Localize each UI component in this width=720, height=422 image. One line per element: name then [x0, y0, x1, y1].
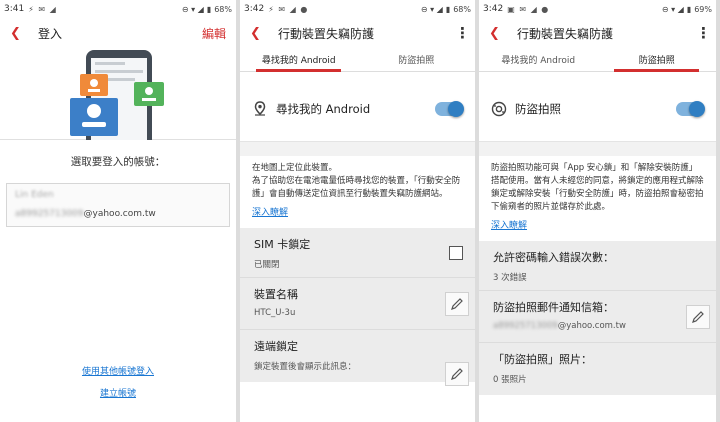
other-account-link[interactable]: 使用其他帳號登入 — [0, 364, 236, 377]
back-arrow-icon[interactable]: ❮ — [489, 26, 511, 41]
back-arrow-icon[interactable]: ❮ — [10, 26, 32, 41]
feature-description: 在地圖上定位此裝置。 為了協助您在電池電量低時尋找您的裝置，「行動安全防護」會自… — [252, 163, 461, 199]
settings-list: 允許密碼輸入錯誤次數： 3 次錯誤 防盜拍照郵件通知信箱： a899257130… — [479, 241, 716, 395]
tab-anti-theft-photo[interactable]: 防盜拍照 — [598, 48, 717, 72]
page-title: 行動裝置失竊防護 — [278, 26, 375, 41]
find-my-android-screen: 3:42 ⚡ ✉ ◢ ● ⊖ ▾ ◢ ▮ 68% ❮ 行動裝置失竊防護 ⋮ 尋找… — [240, 0, 475, 422]
setting-title: 防盜拍照郵件通知信箱： — [493, 301, 614, 314]
email-hidden: a89925713009 — [493, 321, 558, 331]
status-time: 3:42 — [244, 4, 265, 14]
app-bar: ❮ 行動裝置失竊防護 ⋮ — [240, 18, 475, 48]
settings-list: SIM 卡鎖定 已關閉 裝置名稱 HTC_U-3u 遠端鎖定 鎖定裝置後會顯示此… — [240, 228, 475, 386]
setting-title: 「防盜拍照」照片： — [493, 353, 592, 366]
setting-subtitle: 3 次錯誤 — [493, 273, 527, 283]
status-bar: 3:42 ⚡ ✉ ◢ ● ⊖ ▾ ◢ ▮ 68% — [240, 0, 475, 18]
app-bar: ❮ 登入 編輯 — [0, 18, 236, 48]
setting-title: 裝置名稱 — [254, 288, 298, 301]
tab-bar: 尋找我的 Android 防盜拍照 — [240, 48, 475, 72]
tab-find-my-android[interactable]: 尋找我的 Android — [479, 48, 598, 71]
signal-icon: ⊖ ▾ ◢ — [181, 4, 204, 14]
signal-icon: ⊖ ▾ ◢ — [420, 4, 443, 14]
section-gap — [240, 142, 475, 156]
setting-subtitle: 鎖定裝置後會顯示此訊息： — [254, 362, 357, 372]
wrong-password-attempts-row[interactable]: 允許密碼輸入錯誤次數： 3 次錯誤 — [479, 241, 716, 291]
edit-pencil-icon[interactable] — [445, 362, 469, 386]
feature-label: 尋找我的 Android — [276, 101, 371, 116]
back-arrow-icon[interactable]: ❮ — [250, 26, 272, 41]
account-prompt: 選取要登入的帳號： — [70, 156, 166, 168]
screenshot-collage: 3:41 ⚡ ✉ ◢ ⊖ ▾ ◢ ▮ 68% ❮ 登入 編輯 選取要登入的帳號：… — [0, 0, 720, 422]
notification-icons: ⚡ ✉ ◢ ● — [268, 4, 309, 14]
setting-subtitle: 已關閉 — [254, 260, 280, 270]
setting-title: 允許密碼輸入錯誤次數： — [493, 251, 614, 264]
photos-row[interactable]: 「防盜拍照」照片： 0 張照片 — [479, 343, 716, 395]
account-email: a89925713009@yahoo.com.tw — [15, 209, 221, 219]
camera-icon — [491, 101, 507, 117]
learn-more-link[interactable]: 深入瞭解 — [479, 214, 716, 231]
page-title: 行動裝置失竊防護 — [517, 26, 614, 41]
battery-icon: ▮ — [445, 4, 451, 14]
screen-divider — [716, 0, 720, 422]
feature-description: 防盜拍照功能可與「App 安心鎖」和「解除安裝防護」搭配使用。當有人未經您的同意… — [491, 163, 704, 212]
app-bar: ❮ 行動裝置失竊防護 ⋮ — [479, 18, 716, 48]
notification-email-row[interactable]: 防盜拍照郵件通知信箱： a89925713009@yahoo.com.tw — [479, 291, 716, 343]
page-title: 登入 — [38, 26, 63, 41]
status-right: ⊖ ▾ ◢ ▮ 69% — [662, 5, 712, 14]
setting-title: 遠端鎖定 — [254, 340, 298, 353]
status-right: ⊖ ▾ ◢ ▮ 68% — [421, 5, 471, 14]
anti-theft-photo-screen: 3:42 ▣ ✉ ◢ ● ⊖ ▾ ◢ ▮ 69% ❮ 行動裝置失竊防護 ⋮ 尋找… — [479, 0, 716, 422]
email-domain: @yahoo.com.tw — [557, 321, 626, 331]
find-my-android-toggle[interactable] — [435, 100, 464, 117]
remote-lock-row[interactable]: 遠端鎖定 鎖定裝置後會顯示此訊息： — [240, 330, 475, 386]
phone-cards-illustration-icon — [70, 50, 164, 154]
login-screen: 3:41 ⚡ ✉ ◢ ⊖ ▾ ◢ ▮ 68% ❮ 登入 編輯 選取要登入的帳號：… — [0, 0, 236, 422]
device-name-row[interactable]: 裝置名稱 HTC_U-3u — [240, 278, 475, 330]
accounts-illustration — [0, 48, 236, 154]
account-name: Lin Eden — [15, 190, 54, 200]
edit-pencil-icon[interactable] — [445, 292, 469, 316]
feature-label: 防盜拍照 — [515, 101, 561, 116]
edit-pencil-icon[interactable] — [686, 305, 710, 329]
account-email-domain: @yahoo.com.tw — [83, 209, 156, 219]
signal-icon: ⊖ ▾ ◢ — [661, 4, 684, 14]
battery-icon: ▮ — [686, 4, 692, 14]
notification-icons: ⚡ ✉ ◢ — [28, 4, 57, 14]
notification-icons: ▣ ✉ ◢ ● — [507, 4, 550, 14]
tab-anti-theft-photo[interactable]: 防盜拍照 — [358, 48, 476, 71]
status-bar: 3:41 ⚡ ✉ ◢ ⊖ ▾ ◢ ▮ 68% — [0, 0, 236, 18]
status-time: 3:42 — [483, 4, 504, 14]
anti-theft-photo-feature: 防盜拍照 — [479, 76, 716, 142]
battery-level: 68% — [453, 4, 471, 14]
more-options-icon[interactable]: ⋮ — [455, 24, 470, 42]
setting-subtitle: HTC_U-3u — [254, 308, 296, 318]
setting-subtitle: 0 張照片 — [493, 375, 527, 385]
anti-theft-photo-toggle[interactable] — [676, 100, 705, 117]
battery-level: 69% — [694, 4, 712, 14]
learn-more-link[interactable]: 深入瞭解 — [240, 201, 475, 218]
tab-find-my-android[interactable]: 尋找我的 Android — [240, 48, 358, 72]
account-item[interactable]: Lin Eden a89925713009@yahoo.com.tw — [6, 183, 230, 227]
battery-icon: ▮ — [206, 4, 212, 14]
setting-subtitle: a89925713009@yahoo.com.tw — [493, 321, 702, 331]
status-bar: 3:42 ▣ ✉ ◢ ● ⊖ ▾ ◢ ▮ 69% — [479, 0, 716, 18]
account-email-hidden: a89925713009 — [15, 209, 84, 219]
tab-bar: 尋找我的 Android 防盜拍照 — [479, 48, 716, 72]
sim-lock-checkbox[interactable] — [449, 246, 463, 260]
location-icon — [252, 100, 268, 117]
status-time: 3:41 — [4, 4, 25, 14]
sim-lock-row[interactable]: SIM 卡鎖定 已關閉 — [240, 228, 475, 278]
section-gap — [479, 142, 716, 156]
battery-level: 68% — [214, 4, 232, 14]
status-right: ⊖ ▾ ◢ ▮ 68% — [182, 5, 232, 14]
create-account-link[interactable]: 建立帳號 — [0, 386, 236, 399]
setting-title: SIM 卡鎖定 — [254, 238, 311, 251]
find-my-android-feature: 尋找我的 Android — [240, 76, 475, 142]
more-options-icon[interactable]: ⋮ — [696, 24, 711, 42]
edit-button[interactable]: 編輯 — [202, 25, 226, 42]
